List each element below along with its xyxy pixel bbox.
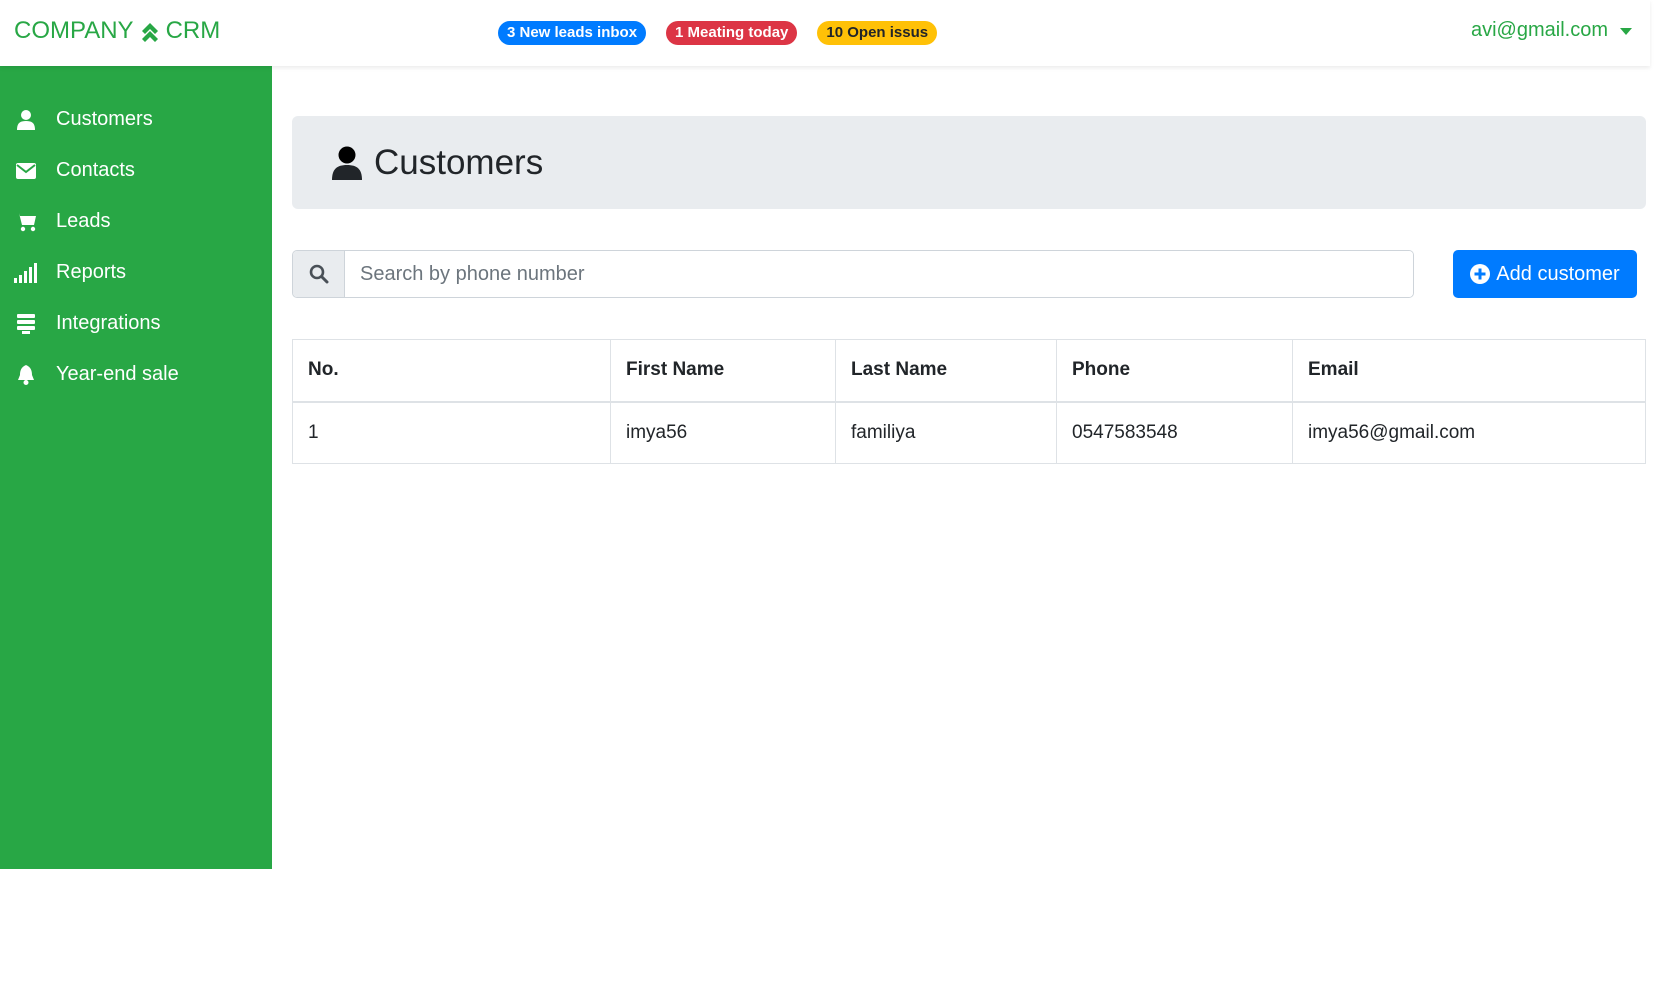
- cell-no: 1: [292, 401, 611, 464]
- envelope-icon: [14, 159, 38, 183]
- user-menu[interactable]: avi@gmail.com: [1471, 19, 1632, 42]
- sidebar-item-label: Year-end sale: [56, 363, 179, 385]
- sidebar-item-contacts[interactable]: Contacts: [0, 145, 272, 196]
- open-issues-badge[interactable]: 10 Open issus: [817, 21, 938, 45]
- sidebar-item-reports[interactable]: Reports: [0, 247, 272, 298]
- brand-logo[interactable]: COMPANY CRM: [14, 17, 220, 45]
- cell-first-name: imya56: [610, 401, 836, 464]
- user-icon: [332, 145, 364, 181]
- new-leads-badge[interactable]: 3 New leads inbox: [498, 21, 647, 45]
- table-row[interactable]: 1 imya56 familiya 0547583548 imya56@gmai…: [292, 401, 1646, 464]
- brand-right-text: CRM: [165, 17, 221, 44]
- list-icon: [14, 312, 38, 336]
- cell-email: imya56@gmail.com: [1292, 401, 1646, 464]
- user-icon: [14, 108, 38, 132]
- plus-circle-icon: [1470, 264, 1491, 284]
- search-icon: [293, 251, 345, 297]
- sidebar-item-label: Contacts: [56, 159, 135, 181]
- sidebar-item-year-end-sale[interactable]: Year-end sale: [0, 349, 272, 400]
- table-header-row: No. First Name Last Name Phone Email: [292, 339, 1646, 403]
- notification-badges: 3 New leads inbox 1 Meating today 10 Ope…: [498, 21, 938, 45]
- signal-bars-icon: [14, 261, 38, 285]
- column-header-email[interactable]: Email: [1292, 339, 1646, 403]
- top-navbar: COMPANY CRM 3 New leads inbox 1 Meating …: [0, 0, 1650, 66]
- sidebar-item-label: Customers: [56, 108, 153, 130]
- search-row: Add customer: [292, 250, 1646, 298]
- column-header-first-name[interactable]: First Name: [610, 339, 836, 403]
- search-group: [292, 250, 1414, 298]
- cart-icon: [14, 210, 38, 234]
- page-header: Customers: [292, 116, 1646, 209]
- search-input[interactable]: [345, 251, 1413, 297]
- user-email: avi@gmail.com: [1470, 19, 1608, 41]
- column-header-last-name[interactable]: Last Name: [835, 339, 1057, 403]
- bell-icon: [14, 363, 38, 387]
- sidebar-item-integrations[interactable]: Integrations: [0, 298, 272, 349]
- page-title: Customers: [374, 142, 544, 182]
- sidebar: Customers Contacts Leads Reports Integra…: [0, 66, 272, 869]
- add-customer-label: Add customer: [1496, 262, 1620, 285]
- chevrons-up-icon: [141, 23, 158, 42]
- caret-down-icon: [1620, 28, 1632, 35]
- column-header-no[interactable]: No.: [292, 339, 611, 403]
- sidebar-item-label: Leads: [56, 210, 111, 232]
- sidebar-item-leads[interactable]: Leads: [0, 196, 272, 247]
- column-header-phone[interactable]: Phone: [1056, 339, 1293, 403]
- customers-table: No. First Name Last Name Phone Email 1 i…: [292, 339, 1646, 464]
- sidebar-item-label: Integrations: [56, 312, 161, 334]
- sidebar-item-label: Reports: [56, 261, 127, 283]
- add-customer-button[interactable]: Add customer: [1453, 250, 1637, 298]
- cell-last-name: familiya: [835, 401, 1057, 464]
- brand-left-text: COMPANY: [14, 17, 134, 44]
- main-content: Customers Add customer No. First Name La…: [292, 116, 1646, 464]
- cell-phone: 0547583548: [1056, 401, 1293, 464]
- sidebar-item-customers[interactable]: Customers: [0, 94, 272, 145]
- meetings-badge[interactable]: 1 Meating today: [666, 21, 798, 45]
